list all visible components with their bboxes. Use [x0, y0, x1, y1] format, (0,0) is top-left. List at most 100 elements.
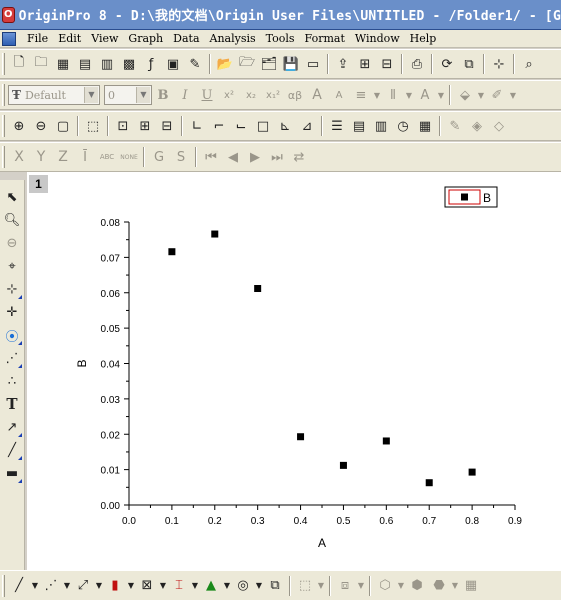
move-to-first-icon[interactable]: ⏮ — [200, 146, 222, 168]
chevron-down-icon[interactable]: ▼ — [30, 575, 40, 597]
menu-analysis[interactable]: Analysis — [205, 32, 261, 45]
add-layer-icon[interactable]: ⊡ — [112, 115, 134, 137]
chevron-down-icon[interactable]: ▼ — [316, 575, 326, 597]
import-wizard-icon[interactable]: ⇪ — [332, 53, 354, 75]
font-size-dropdown[interactable]: 0 ▼ — [104, 85, 152, 105]
increase-font-button[interactable]: A — [306, 84, 328, 106]
chevron-down-icon[interactable]: ▼ — [356, 575, 366, 597]
chevron-down-icon[interactable]: ▼ — [158, 575, 168, 597]
font-color-icon[interactable]: A — [414, 84, 436, 106]
new-workbook-icon[interactable]: ▦ — [52, 53, 74, 75]
zoom-out-graph-icon[interactable]: ⊖ — [30, 115, 52, 137]
chevron-down-icon[interactable]: ▼ — [404, 84, 414, 106]
toolbar-grip[interactable] — [2, 53, 5, 75]
chevron-down-icon[interactable]: ▼ — [254, 575, 264, 597]
contour-plot-icon[interactable]: ◎ — [232, 575, 254, 597]
layer-tab[interactable]: 1 — [29, 175, 48, 193]
layer-contents-icon[interactable]: ☰ — [326, 115, 348, 137]
area-plot-icon[interactable]: ▲ — [200, 575, 222, 597]
menu-graph[interactable]: Graph — [123, 32, 168, 45]
zoom-in-icon[interactable]: 🔍︎ — [1, 209, 23, 231]
set-label-button[interactable]: ABC — [96, 146, 118, 168]
set-y-button[interactable]: Y — [30, 146, 52, 168]
set-none-button[interactable]: NONE — [118, 146, 140, 168]
menu-window[interactable]: Window — [350, 32, 405, 45]
set-z-button[interactable]: Z — [52, 146, 74, 168]
graph-window[interactable] — [27, 172, 561, 570]
draw-data-icon[interactable]: ⋰ — [1, 347, 23, 369]
toolbar-grip[interactable] — [2, 115, 5, 137]
axis-top-icon[interactable]: ⌐ — [208, 115, 230, 137]
results-log-icon[interactable]: ⌕ — [518, 53, 540, 75]
import-multiple-ascii-icon[interactable]: ⊟ — [376, 53, 398, 75]
menu-view[interactable]: View — [86, 32, 123, 45]
open-excel-icon[interactable]: 🗂 — [258, 53, 280, 75]
text-tool-icon[interactable]: T — [1, 393, 23, 415]
fill-color-icon[interactable]: ⬙ — [454, 84, 476, 106]
chevron-down-icon[interactable]: ▼ — [62, 575, 72, 597]
arrow-tool-icon[interactable]: ↗ — [1, 416, 23, 438]
color-scale-icon[interactable]: ▥ — [370, 115, 392, 137]
multi-curve-icon[interactable]: ⊠ — [136, 575, 158, 597]
zoom-in-graph-icon[interactable]: ⊕ — [8, 115, 30, 137]
draw-points-icon[interactable]: ∴ — [1, 370, 23, 392]
chevron-down-icon[interactable]: ▼ — [126, 575, 136, 597]
origin-app-icon[interactable]: O — [2, 6, 15, 23]
decrease-font-button[interactable]: A — [328, 84, 350, 106]
new-notes-icon[interactable]: ✎ — [184, 53, 206, 75]
chevron-down-icon[interactable]: ▼ — [190, 575, 200, 597]
line-pattern-icon[interactable]: ⦀ — [382, 84, 404, 106]
supersubscript-button[interactable]: x₁² — [262, 84, 284, 106]
chevron-down-icon[interactable]: ▼ — [396, 575, 406, 597]
new-excel-icon[interactable]: ▤ — [74, 53, 96, 75]
menu-help[interactable]: Help — [405, 32, 442, 45]
import-single-ascii-icon[interactable]: ⊞ — [354, 53, 376, 75]
line-color-icon[interactable]: ✐ — [486, 84, 508, 106]
chevron-down-icon[interactable]: ▼ — [450, 575, 460, 597]
3d-scatter-icon[interactable]: ⬚ — [294, 575, 316, 597]
align-left-icon[interactable]: ≡ — [350, 84, 372, 106]
line-plot-icon[interactable]: ╱ — [8, 575, 30, 597]
table-icon[interactable]: ▦ — [414, 115, 436, 137]
new-project-icon[interactable]: 🗋 — [8, 53, 30, 75]
menu-tools[interactable]: Tools — [261, 32, 300, 45]
menu-file[interactable]: File — [22, 32, 53, 45]
chevron-down-icon[interactable]: ▼ — [476, 84, 486, 106]
chevron-down-icon[interactable]: ▼ — [222, 575, 232, 597]
scatter-plot-icon[interactable]: ⋰ — [40, 575, 62, 597]
save-window-icon[interactable]: ▭ — [302, 53, 324, 75]
statistics-plot-icon[interactable]: ⌶ — [168, 575, 190, 597]
column-bar-icon[interactable]: ▮ — [104, 575, 126, 597]
3d-surface-icon[interactable]: ⧈ — [334, 575, 356, 597]
move-left-icon[interactable]: ◀ — [222, 146, 244, 168]
toolbar-grip[interactable] — [2, 84, 5, 106]
menu-format[interactable]: Format — [300, 32, 350, 45]
whole-page-icon[interactable]: ▢ — [52, 115, 74, 137]
axis-box-icon[interactable]: □ — [252, 115, 274, 137]
data-reader-icon[interactable]: ✛ — [1, 301, 23, 323]
mask-points-icon[interactable]: ⦿ — [1, 324, 23, 346]
underline-button[interactable]: U — [196, 84, 218, 106]
data-selector-icon[interactable]: ⊹ — [1, 278, 23, 300]
move-to-last-icon[interactable]: ⏭ — [266, 146, 288, 168]
chevron-down-icon[interactable]: ▼ — [508, 84, 518, 106]
italic-button[interactable]: I — [174, 84, 196, 106]
new-matrix-icon[interactable]: ▩ — [118, 53, 140, 75]
toolbar-grip[interactable] — [2, 146, 5, 168]
new-function-icon[interactable]: ƒ — [140, 53, 162, 75]
screen-reader-icon[interactable]: ⌖ — [1, 255, 23, 277]
group-icon[interactable]: ◈ — [466, 115, 488, 137]
set-group-button[interactable]: G — [148, 146, 170, 168]
zoom-out-icon[interactable]: ⊖ — [1, 232, 23, 254]
3d-ribbon-icon[interactable]: ⬣ — [428, 575, 450, 597]
chevron-down-icon[interactable]: ▼ — [436, 84, 446, 106]
date-time-icon[interactable]: ◷ — [392, 115, 414, 137]
brush-icon[interactable]: ✎ — [444, 115, 466, 137]
duplicate-icon[interactable]: ⧉ — [458, 53, 480, 75]
update-legend-icon[interactable]: ▤ — [348, 115, 370, 137]
axis-bottom-left-icon[interactable]: ∟ — [186, 115, 208, 137]
superscript-button[interactable]: x² — [218, 84, 240, 106]
set-subject-button[interactable]: S — [170, 146, 192, 168]
line-symbol-plot-icon[interactable]: ⤢ — [72, 575, 94, 597]
new-folder-icon[interactable]: 🗀 — [30, 53, 52, 75]
